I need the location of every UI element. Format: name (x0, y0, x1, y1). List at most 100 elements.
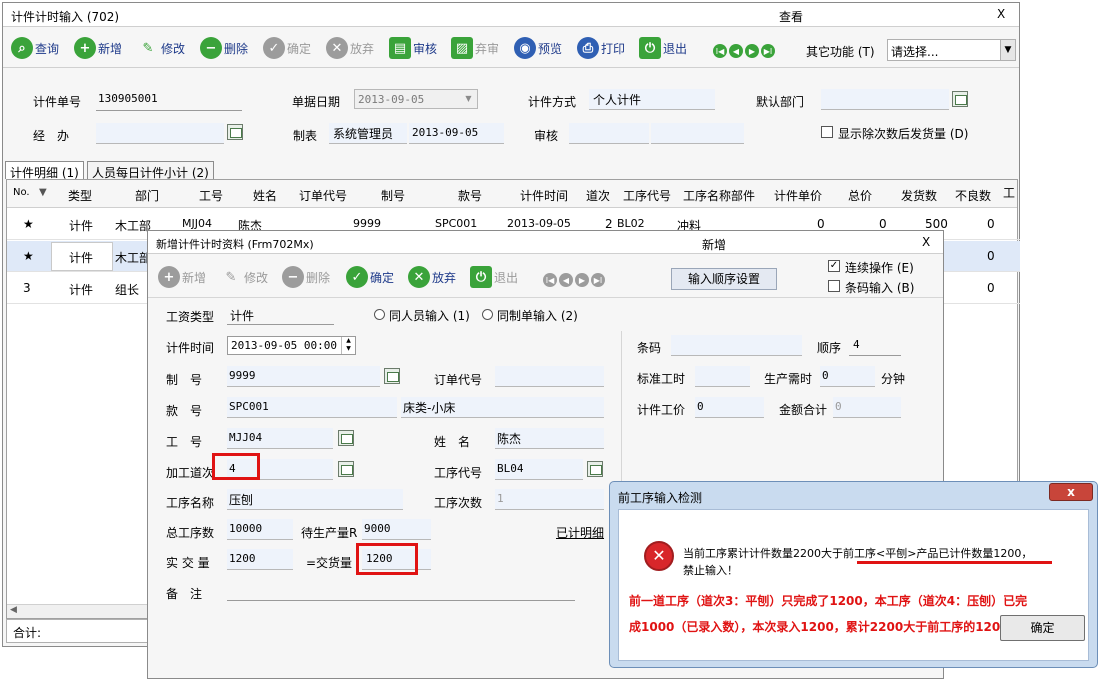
alert-title: 前工序输入检测 (618, 491, 703, 505)
alert-body: ✕ 当前工序累计计件数量2200大于前工序<平刨>产品已计件数量1200， 禁止… (618, 509, 1089, 661)
barcode-input-label: 条码输入 (B) (845, 281, 915, 295)
column-header: 款号 (458, 189, 483, 203)
toolbar-query-button[interactable]: ⌕ 查询 (11, 37, 59, 59)
highlight-box (356, 543, 418, 575)
same-make-radio[interactable] (482, 309, 493, 320)
bill-no-field[interactable] (96, 110, 242, 111)
wage-type-value: 计件 (230, 309, 255, 323)
process-name-field: 压刨 (227, 489, 403, 510)
pending-label: 待生产量R (301, 526, 358, 540)
handler-field[interactable] (96, 123, 224, 144)
nav-prev-button[interactable]: ◀ (729, 44, 743, 58)
emp-name-label: 姓 名 (434, 435, 471, 449)
edit-icon: ✎ (142, 40, 154, 56)
barcode-field[interactable] (671, 335, 802, 356)
toolbar-print-button[interactable]: ⎙ 打印 (577, 37, 625, 59)
actual-qty-field[interactable]: 1200 (227, 549, 293, 570)
emp-no-field[interactable]: MJJ04 (227, 428, 333, 449)
toolbar-exit-button[interactable]: ⏻ 退出 (639, 37, 687, 59)
toolbar-delete-button[interactable]: − 删除 (200, 37, 248, 59)
column-header: No. (13, 187, 30, 198)
search-icon: ⌕ (11, 37, 33, 59)
pending-field: 9000 (362, 519, 431, 540)
note-field[interactable] (227, 600, 575, 601)
count-time-input[interactable]: 2013-09-05 00:00 ▲ ▼ (227, 336, 356, 355)
chevron-down-icon: ▼ (1000, 40, 1015, 60)
make-no-field[interactable]: 9999 (227, 366, 380, 387)
bill-date-picker[interactable]: 2013-09-05 ▼ (354, 89, 478, 109)
nav-prev-button[interactable]: ◀ (559, 273, 573, 287)
calendar-icon[interactable] (587, 461, 603, 477)
dialog-add-button[interactable]: + 新增 (158, 266, 206, 288)
count-mode-field[interactable]: 个人计件 (589, 89, 715, 110)
nav-last-button[interactable]: ▶I (591, 273, 605, 287)
continuous-checkbox[interactable]: ✓ (828, 260, 840, 272)
nav-next-button[interactable]: ▶ (575, 273, 589, 287)
spinner-icon[interactable]: ▲ ▼ (341, 337, 355, 354)
filter-icon[interactable]: ▼ (39, 187, 47, 198)
error-icon: ✕ (644, 541, 674, 571)
other-functions-select[interactable]: 请选择... ▼ (887, 39, 1016, 61)
main-close-button[interactable]: X (997, 7, 1005, 21)
dialog-edit-button[interactable]: ✎ 修改 (220, 266, 268, 288)
column-header: 工序 (1003, 186, 1015, 200)
edit-icon: ✎ (225, 269, 237, 285)
barcode-input-checkbox[interactable] (828, 280, 840, 292)
show-shipment-checkbox[interactable] (821, 126, 833, 138)
toolbar-add-button[interactable]: + 新增 (74, 37, 122, 59)
order-seq-field[interactable] (849, 355, 901, 356)
delete-icon: − (200, 37, 222, 59)
confirm-icon: ✓ (263, 37, 285, 59)
dialog-confirm-button[interactable]: ✓ 确定 (346, 266, 394, 288)
counted-details-link[interactable]: 已计明细 (556, 524, 604, 541)
dialog-delete-button[interactable]: − 删除 (282, 266, 330, 288)
annotation-line2: 成1000（已录入数），本次录入1200，累计2200大于前工序的1200. (629, 620, 1014, 634)
handler-label: 经 办 (33, 129, 70, 143)
production-time-label: 生产需时 (764, 372, 813, 386)
nav-first-button[interactable]: I◀ (543, 273, 557, 287)
toolbar-confirm-button[interactable]: ✓ 确定 (263, 37, 311, 59)
dialog-close-button[interactable]: X (922, 235, 930, 249)
calendar-icon[interactable] (952, 91, 968, 107)
ok-button[interactable]: 确定 (1000, 615, 1085, 641)
process-count-field: 1 (495, 489, 604, 510)
main-title: 计件计时输入 (702) (11, 10, 120, 24)
tab-daily-summary[interactable]: 人员每日计件小计 (2) (87, 161, 214, 180)
toolbar-edit-button[interactable]: ✎ 修改 (137, 37, 185, 59)
dialog-discard-button[interactable]: ✕ 放弃 (408, 266, 456, 288)
calendar-icon[interactable] (338, 461, 354, 477)
order-code-field[interactable] (495, 366, 604, 387)
unit-price-field[interactable]: 0 (695, 397, 764, 418)
production-time-field[interactable]: 0 (820, 366, 875, 387)
toolbar-audit-button[interactable]: ▤ 审核 (389, 37, 437, 59)
order-seq-value: 4 (853, 338, 860, 351)
nav-first-button[interactable]: I◀ (713, 44, 727, 58)
wage-type-field[interactable] (227, 324, 334, 325)
process-code-field[interactable]: BL04 (495, 459, 583, 480)
calendar-icon[interactable] (338, 430, 354, 446)
input-order-settings-button[interactable]: 输入顺序设置 (671, 268, 777, 290)
nav-last-button[interactable]: ▶I (761, 44, 775, 58)
emp-no-label: 工 号 (166, 435, 203, 449)
nav-next-button[interactable]: ▶ (745, 44, 759, 58)
calendar-icon[interactable] (227, 124, 243, 140)
tab-detail[interactable]: 计件明细 (1) (5, 161, 84, 180)
dialog-exit-button[interactable]: ⏻ 退出 (470, 266, 518, 288)
toolbar-preview-button[interactable]: ◉ 预览 (514, 37, 562, 59)
style-no-field[interactable]: SPC001 (227, 397, 397, 418)
unaudit-icon: ▨ (451, 37, 473, 59)
preview-icon: ◉ (514, 37, 536, 59)
dialog-title: 新增计件计时资料 (Frm702Mx) (156, 238, 314, 251)
chevron-left-icon[interactable]: ◀ (10, 605, 17, 615)
std-hours-field[interactable] (695, 366, 750, 387)
calendar-icon[interactable] (384, 368, 400, 384)
alert-close-button[interactable]: x (1049, 483, 1093, 501)
discard-icon: ✕ (408, 266, 430, 288)
same-person-radio[interactable] (374, 309, 385, 320)
default-dept-field[interactable] (821, 89, 949, 110)
toolbar-discard-button[interactable]: ✕ 放弃 (326, 37, 374, 59)
toolbar-unaudit-button[interactable]: ▨ 弃审 (451, 37, 499, 59)
maker-label: 制表 (293, 129, 318, 143)
dialog-titlebar: 新增计件计时资料 (Frm702Mx) 新增 X (148, 231, 943, 254)
order-code-label: 订单代号 (434, 373, 483, 387)
